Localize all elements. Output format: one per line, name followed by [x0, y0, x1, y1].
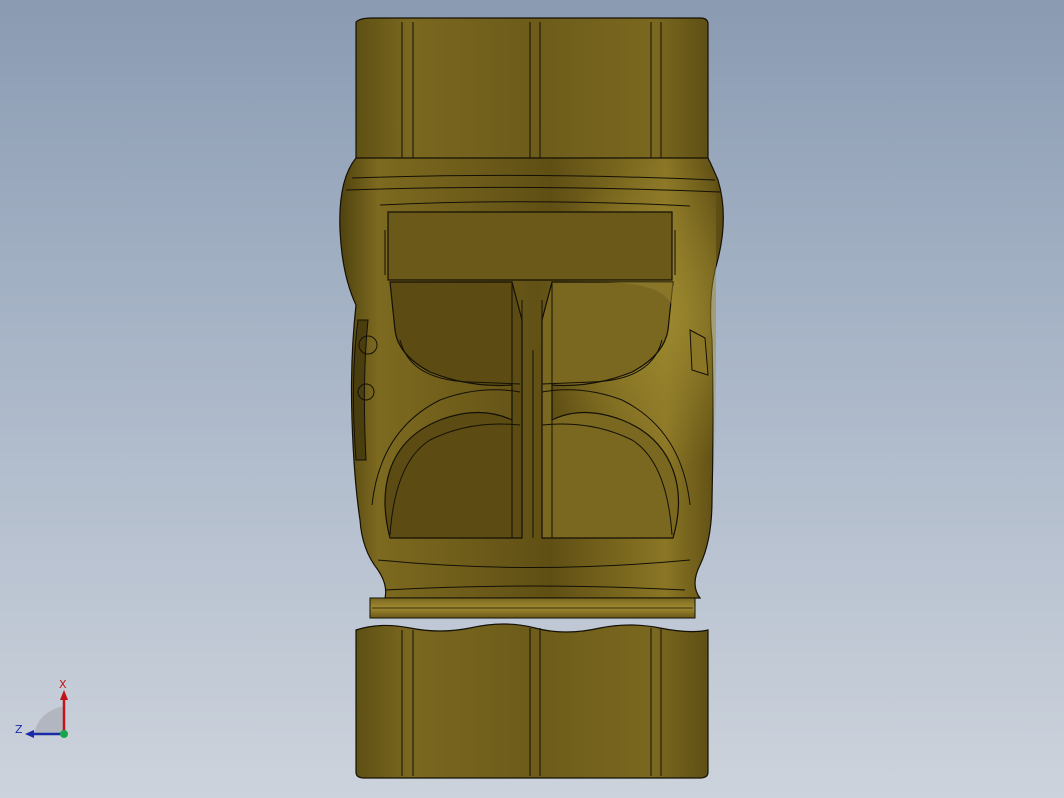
valve-body-model[interactable]: [0, 0, 1064, 798]
x-axis-label: X: [59, 678, 67, 691]
x-axis-arrow-icon: [60, 690, 68, 700]
orientation-triad[interactable]: X Z: [10, 676, 80, 746]
z-axis-label: Z: [15, 723, 23, 736]
z-axis-arrow-icon: [25, 730, 34, 738]
lower-hex-nut: [355, 623, 709, 779]
y-axis-origin-icon: [60, 730, 68, 738]
graphics-viewport[interactable]: X Z: [0, 0, 1064, 798]
valve-main-body: [339, 157, 724, 619]
triad-plane: [34, 706, 64, 734]
upper-hex-nut: [355, 17, 709, 168]
